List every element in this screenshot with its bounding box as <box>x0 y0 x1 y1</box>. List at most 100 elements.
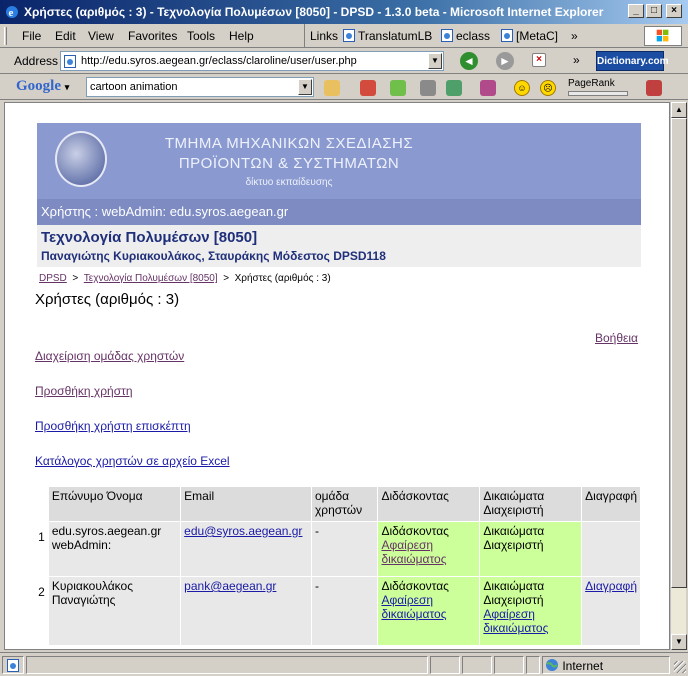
breadcrumb-dpsd[interactable]: DPSD <box>39 273 67 284</box>
teacher-cell: Διδάσκοντας Αφαίρεση δικαιώματος <box>378 577 480 645</box>
address-input[interactable]: http://edu.syros.aegean.gr/eclass/clarol… <box>60 51 444 71</box>
svg-text:e: e <box>9 7 14 19</box>
user-name: Κυριακουλάκος Παναγιώτης <box>48 577 181 645</box>
add-guest-user-link[interactable]: Προσθήκη χρήστη επισκέπτη <box>35 419 191 433</box>
admin-status: Δικαιώματα Διαχειριστή <box>483 524 545 552</box>
export-excel-link[interactable]: Κατάλογος χρηστών σε αρχείο Excel <box>35 454 230 468</box>
table-header-row: Επώνυμο Όνομα Email ομάδα χρηστών Διδάσκ… <box>36 487 640 521</box>
breadcrumb-separator: > <box>72 273 79 284</box>
remove-admin-right-link[interactable]: Αφαίρεση δικαιώματος <box>483 607 548 635</box>
header-admin: Δικαιώματα Διαχειριστή <box>480 487 582 521</box>
admin-status: Δικαιώματα Διαχειριστή <box>483 579 545 607</box>
menu-tools[interactable]: Tools <box>187 29 215 43</box>
row-number: 2 <box>36 577 48 645</box>
address-dropdown-icon[interactable]: ▼ <box>428 53 442 69</box>
stop-icon[interactable]: × <box>532 53 546 67</box>
header-delete: Διαγραφή <box>582 487 640 521</box>
teacher-status: Διδάσκοντας <box>381 579 449 593</box>
course-teachers: Παναγιώτης Κυριακουλάκος, Σταυράκης Μόδε… <box>41 249 386 263</box>
user-email-link[interactable]: edu@syros.aegean.gr <box>184 524 302 538</box>
page-viewport: ΤΜΗΜΑ ΜΗΧΑΝΙΚΩΝ ΣΧΕΔΙΑΣΗΣ ΠΡΟΪΟΝΤΩΝ & ΣΥ… <box>4 102 670 650</box>
status-message-pane <box>26 656 428 674</box>
header-group: ομάδα χρηστών <box>311 487 378 521</box>
links-label: Links <box>310 29 339 43</box>
links-toolbar: Links TranslatumLB eclass [MetaC] » <box>304 24 578 48</box>
menu-view[interactable]: View <box>88 29 114 43</box>
google-toolbar: Google ▾ cartoon animation ▼ ☺ ☹ PageRan… <box>0 74 688 100</box>
add-user-link[interactable]: Προσθήκη χρήστη <box>35 384 133 398</box>
image-search-icon[interactable] <box>390 80 406 96</box>
row-number: 1 <box>36 522 48 576</box>
options-icon[interactable] <box>646 80 662 96</box>
window-title: Χρήστες (αριθμός : 3) - Τεχνολογία Πολυμ… <box>24 5 604 19</box>
scroll-thumb[interactable] <box>671 118 687 588</box>
address-url: http://edu.syros.aegean.gr/eclass/clarol… <box>81 55 357 67</box>
highlight-icon[interactable] <box>480 80 496 96</box>
magnifier-icon[interactable] <box>420 80 436 96</box>
help-link[interactable]: Βοήθεια <box>595 331 638 345</box>
teacher-status: Διδάσκοντας <box>381 524 449 538</box>
header-name: Επώνυμο Όνομα <box>48 487 181 521</box>
minimize-button[interactable]: _ <box>628 4 644 18</box>
menu-edit[interactable]: Edit <box>55 29 76 43</box>
menu-help[interactable]: Help <box>229 29 254 43</box>
binoculars-icon[interactable] <box>324 80 340 96</box>
address-bar: Address http://edu.syros.aegean.gr/eclas… <box>0 48 688 74</box>
windows-logo-icon <box>644 26 682 46</box>
vertical-scrollbar[interactable]: ▲ ▼ <box>670 102 687 650</box>
link-translatumlb-label: TranslatumLB <box>358 29 433 43</box>
site-banner[interactable]: ΤΜΗΜΑ ΜΗΧΑΝΙΚΩΝ ΣΧΕΔΙΑΣΗΣ ΠΡΟΪΟΝΤΩΝ & ΣΥ… <box>37 123 641 199</box>
user-name: edu.syros.aegean.gr webAdmin: <box>48 522 181 576</box>
university-seal-icon <box>55 131 107 187</box>
page-icon <box>7 659 19 672</box>
dictionary-button[interactable]: Dictionary.com <box>596 51 669 71</box>
menu-file[interactable]: File <box>22 29 41 43</box>
delete-user-link[interactable]: Διαγραφή <box>585 579 637 593</box>
pagerank-bar <box>568 91 628 96</box>
internet-explorer-icon: e <box>6 6 18 19</box>
page-icon <box>343 29 355 42</box>
close-button[interactable]: × <box>666 4 682 18</box>
delete-cell: Διαγραφή <box>582 577 640 645</box>
link-metac-label: [MetaC] <box>516 29 559 43</box>
breadcrumb-course[interactable]: Τεχνολογία Πολυμέσων [8050] <box>84 273 218 284</box>
address-overflow-chevron-icon[interactable]: » <box>573 53 580 67</box>
window-titlebar[interactable]: e Χρήστες (αριθμός : 3) - Τεχνολογία Πολ… <box>0 0 688 24</box>
teacher-cell: Διδάσκοντας Αφαίρεση δικαιώματος <box>378 522 480 576</box>
scroll-up-arrow-icon[interactable]: ▲ <box>671 102 687 118</box>
users-table: Επώνυμο Όνομα Email ομάδα χρηστών Διδάσκ… <box>35 486 641 646</box>
maximize-button[interactable]: □ <box>646 4 662 18</box>
banner-line-3: δίκτυο εκπαίδευσης <box>245 177 333 188</box>
link-translatumlb[interactable]: TranslatumLB <box>343 29 432 43</box>
resize-grip[interactable] <box>674 661 686 673</box>
status-page-icon <box>2 656 24 674</box>
remove-teacher-right-link[interactable]: Αφαίρεση δικαιώματος <box>381 538 446 566</box>
admin-cell: Δικαιώματα Διαχειριστή <box>480 522 582 576</box>
menu-favorites[interactable]: Favorites <box>128 29 177 43</box>
links-overflow-chevron-icon[interactable]: » <box>571 29 578 43</box>
status-bar: Internet <box>0 652 688 676</box>
manage-groups-link[interactable]: Διαχείριση ομάδας χρηστών <box>35 349 184 363</box>
globe-icon <box>546 659 558 671</box>
back-arrow-icon[interactable]: ◄ <box>460 52 478 70</box>
link-eclass[interactable]: eclass <box>441 29 490 43</box>
user-email-cell: pank@aegean.gr <box>181 577 311 645</box>
scroll-down-arrow-icon[interactable]: ▼ <box>671 634 687 650</box>
google-logo-text: Google <box>16 78 61 94</box>
google-logo[interactable]: Google ▾ <box>16 78 69 95</box>
news-icon[interactable] <box>446 80 462 96</box>
user-email-link[interactable]: pank@aegean.gr <box>184 579 276 593</box>
user-group: - <box>311 522 378 576</box>
happy-face-icon[interactable]: ☺ <box>514 80 530 96</box>
forward-arrow-icon[interactable]: ► <box>496 52 514 70</box>
sad-face-icon[interactable]: ☹ <box>540 80 556 96</box>
admin-cell: Δικαιώματα Διαχειριστή Αφαίρεση δικαιώμα… <box>480 577 582 645</box>
google-search-input[interactable]: cartoon animation ▼ <box>86 77 314 97</box>
remove-teacher-right-link[interactable]: Αφαίρεση δικαιώματος <box>381 593 446 621</box>
toolbar-grip[interactable] <box>4 27 7 45</box>
google-search-value: cartoon animation <box>90 81 178 93</box>
google-search-dropdown-icon[interactable]: ▼ <box>298 79 312 95</box>
search-site-icon[interactable] <box>360 80 376 96</box>
link-metac[interactable]: [MetaC] <box>501 29 558 43</box>
table-row: 2 Κυριακουλάκος Παναγιώτης pank@aegean.g… <box>36 577 640 645</box>
